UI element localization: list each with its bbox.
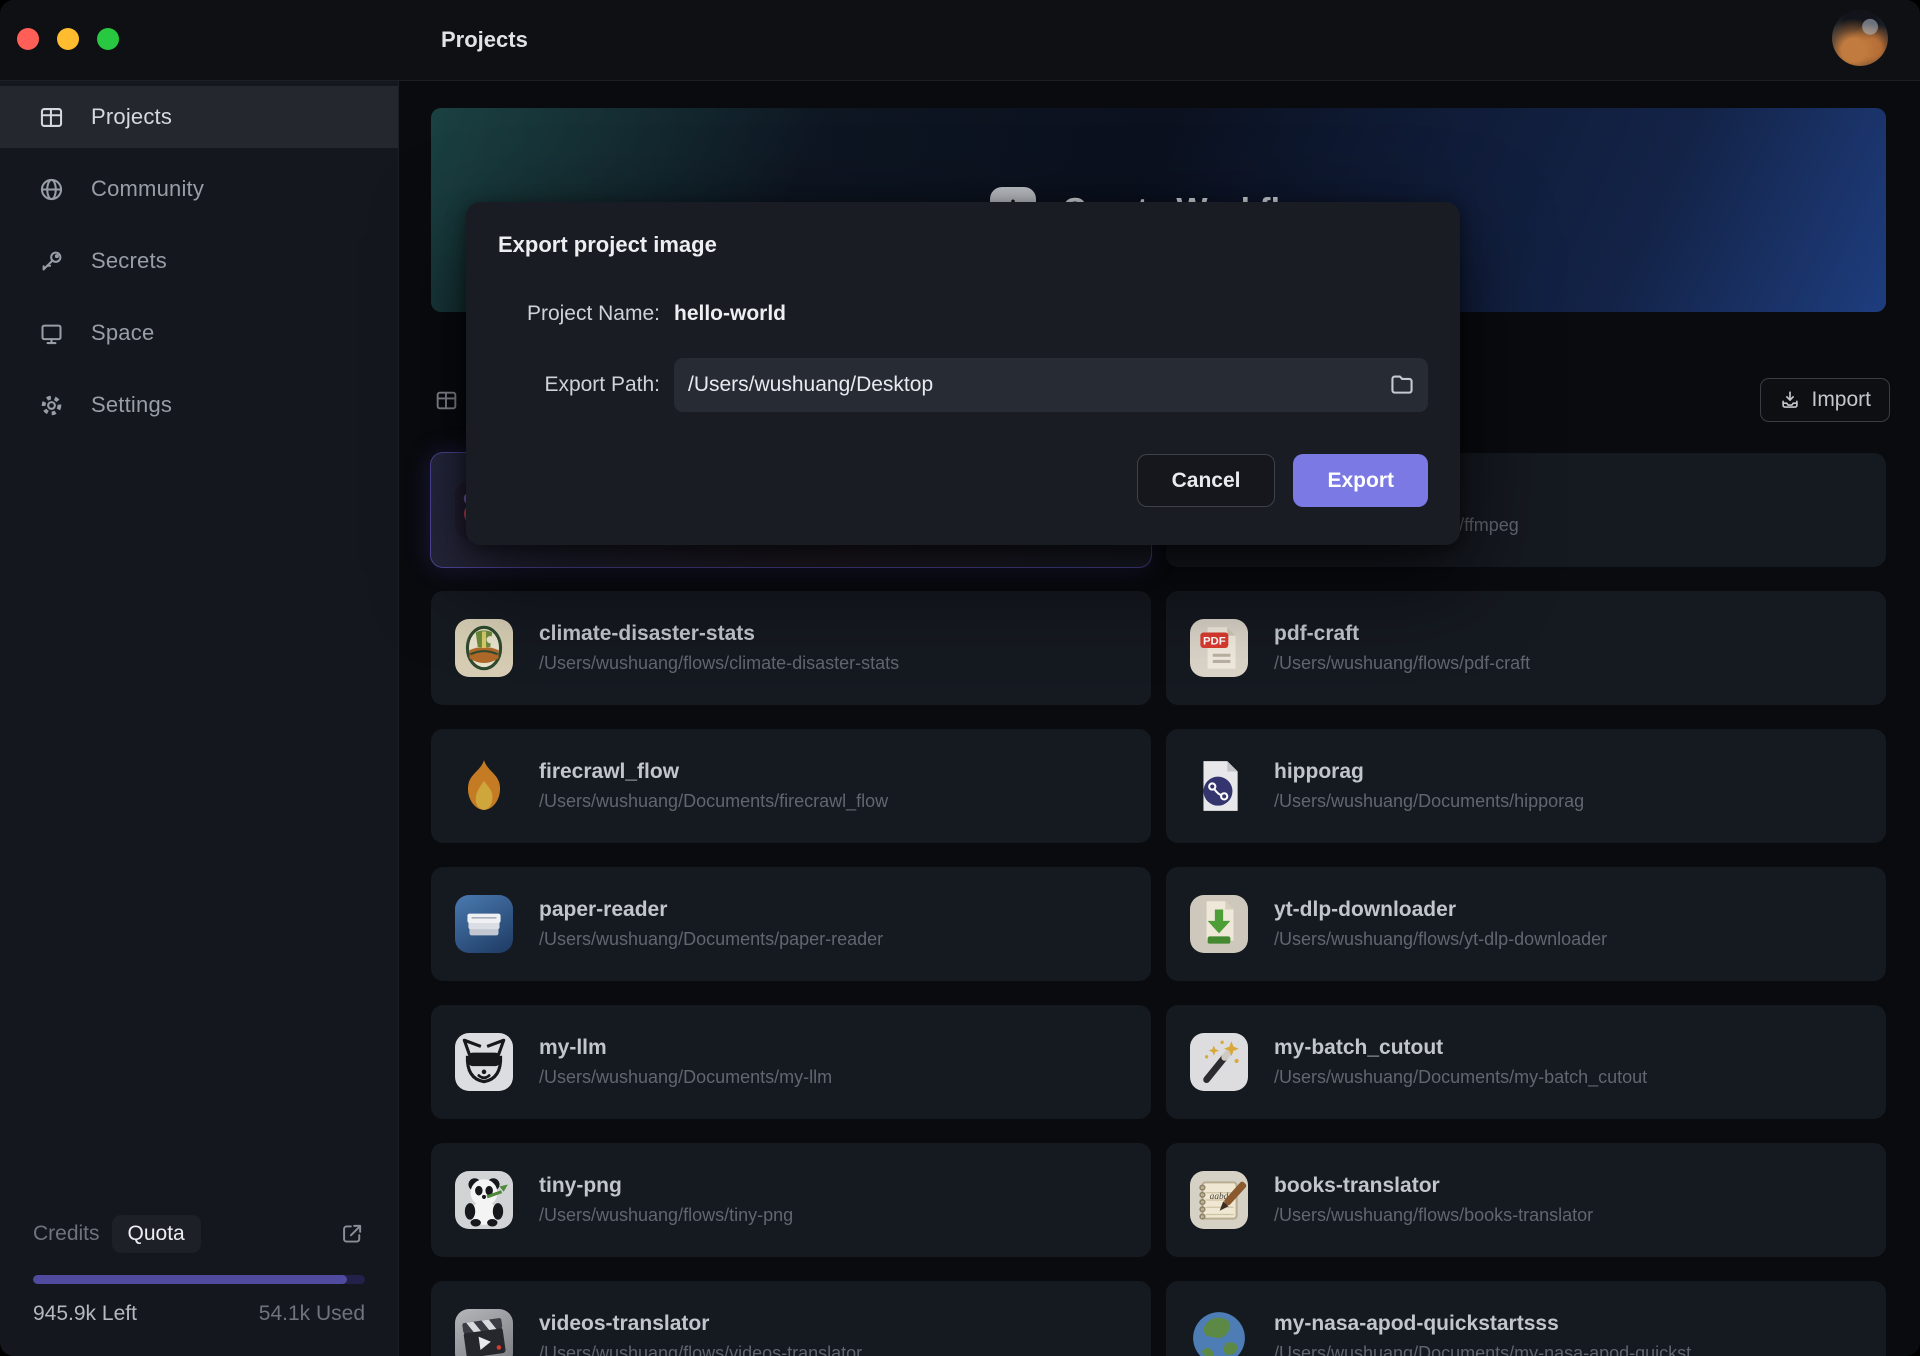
project-card-tiny-png[interactable]: tiny-png /Users/wushuang/flows/tiny-png [431, 1143, 1151, 1257]
external-link-icon[interactable] [339, 1221, 365, 1247]
project-name: firecrawl_flow [539, 760, 888, 784]
monitor-icon [38, 320, 65, 347]
graph-doc-icon [1190, 757, 1248, 815]
project-card-my-nasa-apod-quickstartsss[interactable]: my-nasa-apod-quickstartsss /Users/wushua… [1166, 1281, 1886, 1356]
project-name: hipporag [1274, 760, 1584, 784]
project-path: /Users/wushuang/flows/books-translator [1274, 1205, 1593, 1226]
sidebar-nav: Projects Community Secrets Space Setting… [0, 80, 398, 436]
paper-stack-icon [455, 895, 513, 953]
title-bar: Projects [0, 0, 1920, 81]
credits-left: 945.9k Left [33, 1302, 137, 1326]
project-card-climate-disaster-stats[interactable]: climate-disaster-stats /Users/wushuang/f… [431, 591, 1151, 705]
project-card-paper-reader[interactable]: paper-reader /Users/wushuang/Documents/p… [431, 867, 1151, 981]
project-name: pdf-craft [1274, 622, 1530, 646]
clapperboard-icon [455, 1309, 513, 1356]
page-title: Projects [441, 0, 528, 80]
quota-progress-fill [33, 1275, 347, 1284]
project-path: /Users/wushuang/Documents/hipporag [1274, 791, 1584, 812]
project-path: /Users/wushuang/flows/pdf-craft [1274, 653, 1530, 674]
panda-icon [455, 1171, 513, 1229]
dialog-title: Export project image [498, 232, 1428, 258]
tab-credits[interactable]: Credits [33, 1222, 100, 1246]
grid-view-toggle[interactable] [434, 388, 459, 413]
export-path-label: Export Path: [498, 373, 660, 397]
table-icon [38, 104, 65, 131]
browse-folder-button[interactable] [1386, 369, 1418, 401]
tab-quota[interactable]: Quota [112, 1215, 201, 1253]
cancel-button[interactable]: Cancel [1137, 454, 1276, 507]
project-name: my-llm [539, 1036, 832, 1060]
project-card-my-batch_cutout[interactable]: my-batch_cutout /Users/wushuang/Document… [1166, 1005, 1886, 1119]
project-path: /Users/wushuang/Documents/my-nasa-apod-q… [1274, 1343, 1706, 1356]
notebook-icon: aabd [1190, 1171, 1248, 1229]
flame-icon [455, 757, 513, 815]
quota-progress-bar [33, 1275, 365, 1284]
dog-vr-icon [455, 1033, 513, 1091]
user-avatar[interactable] [1832, 10, 1888, 66]
folder-icon [1388, 386, 1416, 401]
project-path: /Users/wushuang/flows/videos-translator [539, 1343, 862, 1356]
sidebar-item-projects[interactable]: Projects [0, 86, 398, 148]
project-name: videos-translator [539, 1312, 862, 1336]
gear-icon [38, 392, 65, 419]
export-project-dialog: Export project image Project Name: hello… [466, 202, 1460, 545]
project-path: /Users/wushuang/flows/tiny-png [539, 1205, 793, 1226]
import-label: Import [1811, 388, 1871, 412]
project-name: tiny-png [539, 1174, 793, 1198]
sidebar-item-settings[interactable]: Settings [0, 374, 398, 436]
project-name: my-batch_cutout [1274, 1036, 1647, 1060]
project-path: /Users/wushuang/flows/climate-disaster-s… [539, 653, 899, 674]
project-path: /Users/wushuang/Documents/my-batch_cutou… [1274, 1067, 1647, 1088]
project-name: books-translator [1274, 1174, 1593, 1198]
project-card-pdf-craft[interactable]: PDF pdf-craft /Users/wushuang/flows/pdf-… [1166, 591, 1886, 705]
project-card-firecrawl_flow[interactable]: firecrawl_flow /Users/wushuang/Documents… [431, 729, 1151, 843]
pdf-icon: PDF [1190, 619, 1248, 677]
sidebar: Projects Community Secrets Space Setting… [0, 80, 399, 1356]
credits-used: 54.1k Used [259, 1302, 365, 1326]
import-tray-icon [1779, 389, 1801, 411]
export-path-input[interactable] [674, 358, 1428, 412]
svg-text:PDF: PDF [1203, 635, 1226, 647]
close-window-button[interactable] [17, 28, 39, 50]
project-path: /Users/wushuang/Documents/my-llm [539, 1067, 832, 1088]
minimize-window-button[interactable] [57, 28, 79, 50]
project-name: climate-disaster-stats [539, 622, 899, 646]
project-card-videos-translator[interactable]: videos-translator /Users/wushuang/flows/… [431, 1281, 1151, 1356]
sidebar-item-community[interactable]: Community [0, 158, 398, 220]
project-name-value: hello-world [674, 302, 786, 326]
project-card-my-llm[interactable]: my-llm /Users/wushuang/Documents/my-llm [431, 1005, 1151, 1119]
earth-icon [1190, 1309, 1248, 1356]
project-card-yt-dlp-downloader[interactable]: yt-dlp-downloader /Users/wushuang/flows/… [1166, 867, 1886, 981]
project-name: my-nasa-apod-quickstartsss [1274, 1312, 1706, 1336]
project-name: paper-reader [539, 898, 883, 922]
credits-panel: Credits Quota 945.9k Left 54.1k Used [33, 1215, 365, 1326]
magic-wand-icon [1190, 1033, 1248, 1091]
project-name-label: Project Name: [498, 302, 660, 326]
project-card-books-translator[interactable]: aabd books-translator /Users/wushuang/fl… [1166, 1143, 1886, 1257]
projects-grid: hello-world ffmpeg /Users/wushuang/flows… [431, 453, 1886, 1356]
key-icon [38, 248, 65, 275]
globe-icon [38, 176, 65, 203]
project-path: /Users/wushuang/Documents/paper-reader [539, 929, 883, 950]
export-button[interactable]: Export [1293, 454, 1428, 507]
project-path: /Users/wushuang/flows/yt-dlp-downloader [1274, 929, 1607, 950]
import-button[interactable]: Import [1760, 378, 1890, 422]
nature-emblem-icon [455, 619, 513, 677]
download-doc-icon [1190, 895, 1248, 953]
sidebar-item-space[interactable]: Space [0, 302, 398, 364]
project-card-hipporag[interactable]: hipporag /Users/wushuang/Documents/hippo… [1166, 729, 1886, 843]
project-path: /Users/wushuang/Documents/firecrawl_flow [539, 791, 888, 812]
sidebar-item-secrets[interactable]: Secrets [0, 230, 398, 292]
app-window: Projects Projects Community Secrets Spac… [0, 0, 1920, 1356]
zoom-window-button[interactable] [97, 28, 119, 50]
project-name: yt-dlp-downloader [1274, 898, 1607, 922]
